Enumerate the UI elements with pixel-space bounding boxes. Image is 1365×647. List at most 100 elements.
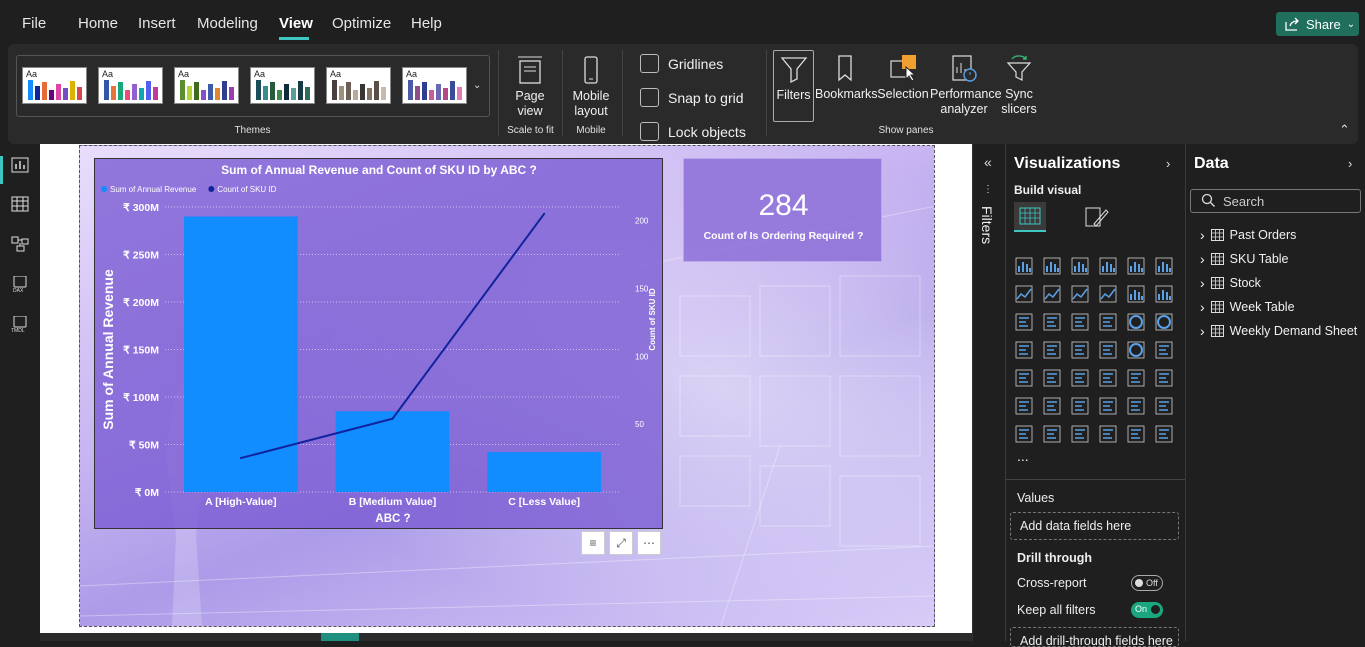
cross-report-toggle[interactable]: Off (1131, 575, 1163, 591)
theme-thumb-3[interactable]: Aa (174, 67, 239, 104)
dax-query-view-icon[interactable]: DAX (11, 276, 29, 292)
python-visual-icon[interactable] (1015, 397, 1033, 415)
scatter-chart-icon[interactable] (1099, 313, 1117, 331)
map-icon[interactable] (1043, 341, 1061, 359)
menu-file[interactable]: File (22, 15, 46, 32)
data-table-item[interactable]: › SKU Table (1200, 251, 1289, 267)
100-stacked-bar-chart-icon[interactable] (1127, 257, 1145, 275)
theme-thumb-6[interactable]: Aa (402, 67, 467, 104)
selection-pane-button[interactable]: Selection (876, 53, 930, 102)
snap-to-grid-checkbox[interactable] (640, 88, 659, 107)
mobile-layout-button[interactable]: Mobile layout (568, 55, 614, 119)
data-table-item[interactable]: › Weekly Demand Sheet (1200, 323, 1357, 339)
filters-pane-collapsed[interactable]: « ⋮ Filters (972, 144, 1005, 641)
power-bi-visual-diamond-icon[interactable] (1127, 425, 1145, 443)
qna-icon[interactable] (1099, 397, 1117, 415)
keep-all-filters-toggle[interactable]: On (1131, 602, 1163, 618)
share-button[interactable]: Share ⌄ (1276, 12, 1359, 36)
model-view-icon[interactable] (11, 236, 29, 252)
waterfall-chart-icon[interactable] (1043, 313, 1061, 331)
performance-analyzer-button[interactable]: Performance analyzer (930, 53, 1002, 117)
expand-left-icon[interactable]: « (984, 154, 992, 170)
smart-narrative-icon[interactable] (1127, 397, 1145, 415)
100-stacked-column-chart-icon[interactable] (1155, 257, 1173, 275)
menu-help[interactable]: Help (411, 15, 442, 32)
chevron-right-icon[interactable]: › (1200, 251, 1205, 267)
clustered-column-chart-icon[interactable] (1099, 257, 1117, 275)
menu-modeling[interactable]: Modeling (197, 15, 258, 32)
clustered-bar-chart-icon[interactable] (1071, 257, 1089, 275)
collapse-right-icon[interactable]: › (1348, 156, 1352, 171)
chevron-visual-icon[interactable] (1155, 425, 1173, 443)
line-chart-icon[interactable] (1015, 285, 1033, 303)
bookmarks-pane-button[interactable]: Bookmarks (815, 53, 878, 102)
stacked-area-chart-icon[interactable] (1071, 285, 1089, 303)
page-view-button[interactable]: Page view (508, 55, 552, 119)
stacked-bar-chart-icon[interactable] (1015, 257, 1033, 275)
kpi-icon[interactable] (1043, 369, 1061, 387)
theme-thumb-4[interactable]: Aa (250, 67, 315, 104)
kpi-card[interactable]: 284 Count of Is Ordering Required ? (683, 158, 882, 262)
values-field-well[interactable]: Add data fields here (1010, 512, 1179, 540)
arcgis-map-icon[interactable] (1099, 425, 1117, 443)
matrix-icon[interactable] (1127, 369, 1145, 387)
combo-chart-visual[interactable]: Sum of Annual Revenue and Count of SKU I… (94, 158, 663, 529)
data-table-item[interactable]: › Past Orders (1200, 227, 1296, 243)
drill-through-field-well[interactable]: Add drill-through fields here (1010, 627, 1179, 647)
pie-chart-icon[interactable] (1127, 313, 1145, 331)
tmdl-view-icon[interactable]: TMDL (11, 316, 29, 332)
card-new-icon[interactable] (1155, 341, 1173, 359)
funnel-chart-icon[interactable] (1071, 313, 1089, 331)
paginated-report-icon[interactable] (1155, 397, 1173, 415)
multi-row-card-icon[interactable] (1015, 369, 1033, 387)
area-chart-icon[interactable] (1043, 285, 1061, 303)
decomposition-tree-icon[interactable] (1071, 397, 1089, 415)
menu-insert[interactable]: Insert (138, 15, 176, 32)
theme-thumb-1[interactable]: Aa (22, 67, 87, 104)
power-automate-icon[interactable] (1071, 425, 1089, 443)
menu-home[interactable]: Home (78, 15, 118, 32)
gauge-icon[interactable] (1127, 341, 1145, 359)
treemap-icon[interactable] (1015, 341, 1033, 359)
chevron-right-icon[interactable]: › (1200, 299, 1205, 315)
menu-optimize[interactable]: Optimize (332, 15, 391, 32)
lock-objects-checkbox[interactable] (640, 122, 659, 141)
filled-map-icon[interactable] (1071, 341, 1089, 359)
more-visuals-icon[interactable]: ... (1017, 448, 1029, 464)
menu-view[interactable]: View (279, 15, 313, 32)
focus-mode-icon[interactable]: ⤢ (609, 531, 633, 555)
collapse-right-icon[interactable]: › (1166, 156, 1170, 171)
donut-chart-icon[interactable] (1155, 313, 1173, 331)
line-clustered-column-chart-icon[interactable] (1155, 285, 1173, 303)
data-table-item[interactable]: › Week Table (1200, 299, 1295, 315)
100-stacked-area-chart-icon[interactable] (1099, 285, 1117, 303)
format-visual-icon[interactable] (1082, 204, 1110, 232)
power-apps-icon[interactable] (1043, 425, 1061, 443)
metrics-icon[interactable] (1015, 425, 1033, 443)
chevron-right-icon[interactable]: › (1200, 275, 1205, 291)
chevron-right-icon[interactable]: › (1200, 323, 1205, 339)
table-view-icon[interactable] (11, 196, 29, 212)
stacked-column-chart-icon[interactable] (1043, 257, 1061, 275)
theme-thumb-5[interactable]: Aa (326, 67, 391, 104)
r-visual-icon[interactable] (1155, 369, 1173, 387)
filter-lines-icon[interactable]: ≡ (581, 531, 605, 555)
filters-pane-button[interactable]: Filters (773, 50, 814, 122)
theme-thumb-2[interactable]: Aa (98, 67, 163, 104)
build-visual-tab[interactable] (1014, 202, 1046, 232)
report-view-icon[interactable] (11, 157, 29, 173)
active-page-tab[interactable] (321, 633, 359, 641)
table-icon[interactable] (1099, 369, 1117, 387)
azure-map-icon[interactable] (1099, 341, 1117, 359)
gridlines-checkbox[interactable] (640, 54, 659, 73)
line-stacked-column-chart-icon[interactable] (1127, 285, 1145, 303)
key-influencers-icon[interactable] (1043, 397, 1061, 415)
data-table-item[interactable]: › Stock (1200, 275, 1261, 291)
themes-expand-icon[interactable]: ⌄ (473, 80, 481, 91)
chevron-right-icon[interactable]: › (1200, 227, 1205, 243)
ribbon-chart-icon[interactable] (1015, 313, 1033, 331)
collapse-ribbon-icon[interactable]: ⌃ (1339, 122, 1350, 138)
sync-slicers-button[interactable]: Sync slicers (998, 53, 1040, 117)
slicer-icon[interactable] (1071, 369, 1089, 387)
more-options-icon[interactable]: ⋯ (637, 531, 661, 555)
